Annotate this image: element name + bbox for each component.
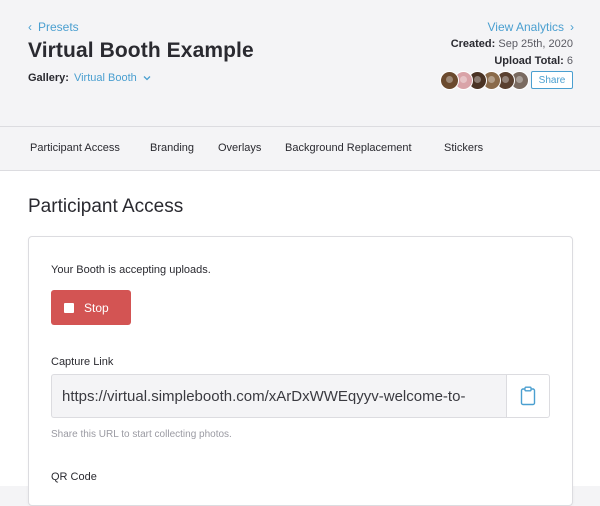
upload-label: Upload Total: — [494, 55, 564, 67]
tab-background-replacement[interactable]: Background Replacement — [285, 142, 412, 154]
main-content: Participant Access Your Booth is accepti… — [0, 171, 600, 506]
share-button[interactable]: Share — [531, 71, 573, 89]
copy-link-button[interactable] — [506, 374, 550, 418]
stop-button[interactable]: Stop — [51, 290, 131, 325]
gallery-label: Gallery: — [28, 72, 69, 84]
stop-icon — [64, 302, 74, 313]
participant-access-card: Your Booth is accepting uploads. Stop Ca… — [28, 236, 573, 506]
avatar — [440, 71, 459, 90]
tab-overlays[interactable]: Overlays — [218, 142, 261, 154]
chevron-left-icon: ‹ — [28, 20, 32, 34]
gallery-value: Virtual Booth — [73, 72, 137, 84]
view-analytics-label: View Analytics — [487, 20, 564, 34]
participant-avatars[interactable] — [440, 71, 529, 91]
page-title: Virtual Booth Example — [28, 39, 254, 62]
section-title: Participant Access — [28, 196, 184, 217]
settings-tabs: Participant Access Branding Overlays Bac… — [0, 126, 600, 171]
created-value: Sep 25th, 2020 — [498, 38, 573, 50]
qr-code-label: QR Code — [51, 471, 97, 483]
created-date: Created: Sep 25th, 2020 — [451, 38, 573, 50]
capture-link-field[interactable]: https://virtual.simplebooth.com/xArDxWWE… — [51, 374, 506, 418]
gallery-select[interactable]: Virtual Booth — [74, 72, 151, 84]
tab-stickers[interactable]: Stickers — [444, 142, 483, 154]
capture-link-hint: Share this URL to start collecting photo… — [51, 429, 232, 440]
chevron-down-icon — [143, 76, 151, 81]
upload-status-text: Your Booth is accepting uploads. — [51, 264, 211, 276]
back-link-label: Presets — [38, 20, 79, 34]
clipboard-icon — [520, 386, 536, 406]
chevron-right-icon: › — [570, 20, 574, 34]
capture-link-label: Capture Link — [51, 356, 114, 368]
upload-value: 6 — [566, 55, 573, 67]
gallery-row: Gallery: Virtual Booth — [28, 72, 151, 84]
stop-button-label: Stop — [84, 300, 109, 315]
tab-branding[interactable]: Branding — [150, 142, 194, 154]
created-label: Created: — [450, 38, 496, 50]
page-header: ‹ Presets Virtual Booth Example Gallery:… — [0, 0, 600, 126]
back-to-presets-link[interactable]: ‹ Presets — [28, 20, 79, 34]
upload-total: Upload Total: 6 — [494, 55, 573, 67]
view-analytics-link[interactable]: View Analytics › — [488, 20, 574, 34]
tab-participant-access[interactable]: Participant Access — [30, 142, 120, 154]
